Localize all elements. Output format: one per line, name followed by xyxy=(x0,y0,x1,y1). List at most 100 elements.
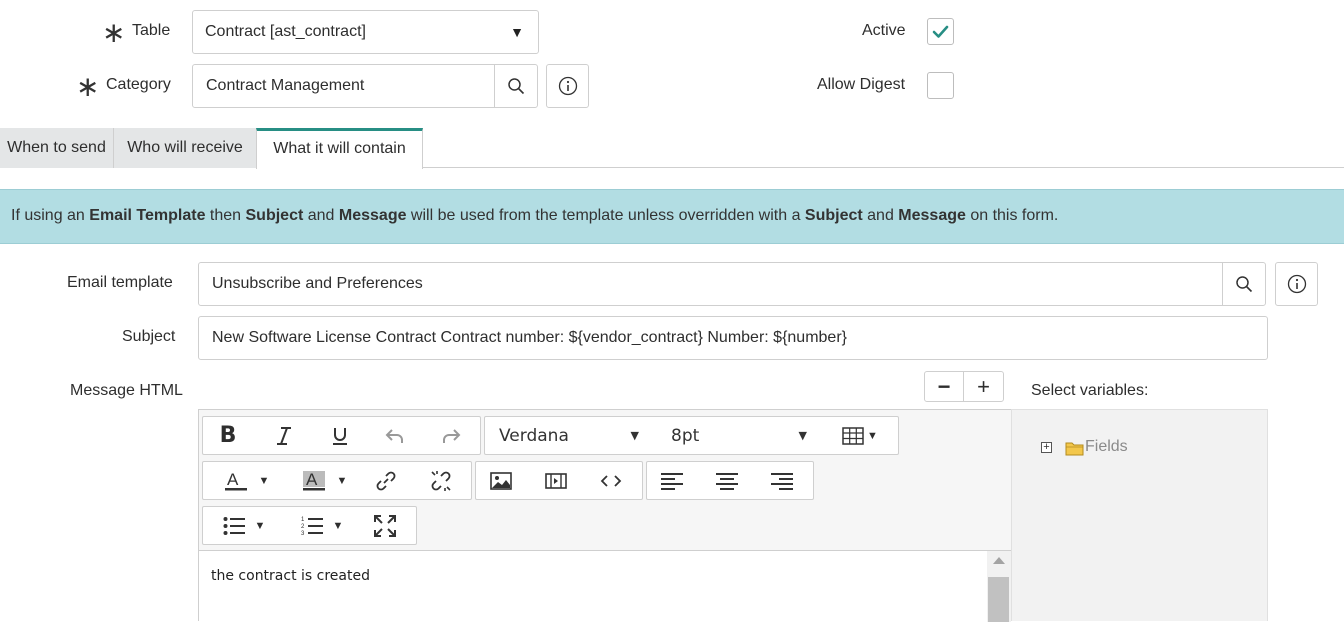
banner-text-bold: Message xyxy=(898,207,966,224)
svg-text:3: 3 xyxy=(301,531,305,537)
table-button[interactable]: ▼ xyxy=(837,417,883,454)
select-variables-label: Select variables: xyxy=(1031,382,1149,399)
video-icon xyxy=(545,472,567,489)
toolbar-group-color-link: A ▼ A ▼ xyxy=(202,461,472,500)
caret-down-icon: ▼ xyxy=(630,429,639,442)
bold-button[interactable]: B xyxy=(211,417,245,454)
scrollbar-thumb[interactable] xyxy=(988,577,1009,622)
table-label: Table xyxy=(132,22,171,39)
info-icon xyxy=(1287,274,1306,294)
active-label: Active xyxy=(862,22,906,39)
caret-down-icon: ▼ xyxy=(798,429,807,442)
insert-video-button[interactable] xyxy=(539,462,573,499)
font-size-select[interactable]: 8pt ▼ xyxy=(671,417,807,454)
undo-icon xyxy=(385,428,403,443)
subject-label: Subject xyxy=(122,328,176,345)
unlink-icon xyxy=(431,470,451,491)
align-left-icon xyxy=(661,472,683,490)
active-checkbox[interactable] xyxy=(927,18,954,45)
banner-text-bold: Subject xyxy=(804,207,863,224)
italic-button[interactable] xyxy=(267,417,301,454)
align-right-button[interactable] xyxy=(765,462,799,499)
remove-link-button[interactable] xyxy=(424,462,458,499)
tab-who-will-receive[interactable]: Who will receive xyxy=(114,128,257,168)
font-family-select[interactable]: Verdana ▼ xyxy=(499,417,639,454)
banner-text-part: then xyxy=(205,207,246,224)
banner-text-part: and xyxy=(862,207,899,224)
svg-text:A: A xyxy=(227,470,239,489)
zoom-out-button[interactable]: − xyxy=(924,371,964,402)
category-info-button[interactable] xyxy=(546,64,589,108)
tab-when-to-send[interactable]: When to send xyxy=(0,128,114,168)
fullscreen-button[interactable] xyxy=(368,507,402,544)
caret-down-icon: ▼ xyxy=(332,519,344,532)
numbered-list-icon: 123 xyxy=(301,517,323,537)
table-select[interactable]: Contract [ast_contract] ▼ xyxy=(192,10,539,54)
email-template-lookup-button[interactable] xyxy=(1222,262,1266,306)
checkmark-icon xyxy=(932,25,949,38)
email-template-label: Email template xyxy=(67,274,173,291)
redo-button[interactable] xyxy=(434,417,468,454)
caret-down-icon: ▼ xyxy=(336,474,348,487)
bullet-list-button[interactable]: ▼ xyxy=(215,507,273,544)
caret-down-icon: ▼ xyxy=(254,519,266,532)
subject-input[interactable]: New Software License Contract Contract n… xyxy=(198,316,1268,360)
category-lookup-button[interactable] xyxy=(494,64,538,108)
banner-text-bold: Message xyxy=(338,207,407,224)
allow-digest-checkbox[interactable] xyxy=(927,72,954,99)
table-select-value: Contract [ast_contract] xyxy=(205,23,366,40)
table-required-mark: ∗ xyxy=(102,17,126,48)
info-icon xyxy=(558,76,577,96)
email-template-info-button[interactable] xyxy=(1275,262,1318,306)
align-center-button[interactable] xyxy=(710,462,744,499)
editor-content[interactable]: the contract is created xyxy=(199,550,987,622)
caret-down-icon: ▼ xyxy=(867,429,878,442)
bold-icon: B xyxy=(219,423,237,448)
category-required-mark: ∗ xyxy=(76,71,100,102)
expand-icon[interactable]: + xyxy=(1041,442,1052,453)
email-template-input[interactable]: Unsubscribe and Preferences xyxy=(198,262,1223,306)
dropdown-arrow-icon: ▼ xyxy=(510,24,524,40)
zoom-in-button[interactable]: + xyxy=(963,371,1004,402)
insert-image-button[interactable] xyxy=(484,462,518,499)
toolbar-group-lists: ▼ 123 ▼ xyxy=(202,506,417,545)
search-icon xyxy=(508,78,525,95)
table-icon xyxy=(842,426,864,445)
text-color-button[interactable]: A ▼ xyxy=(217,462,275,499)
fullscreen-icon xyxy=(374,514,396,537)
link-icon xyxy=(376,471,396,490)
banner-text-part: and xyxy=(303,207,339,224)
toolbar-group-font: Verdana ▼ 8pt ▼ ▼ xyxy=(484,416,899,455)
caret-down-icon: ▼ xyxy=(258,474,270,487)
info-banner: If using an Email Template then Subject … xyxy=(0,189,1344,244)
numbered-list-button[interactable]: 123 ▼ xyxy=(293,507,351,544)
background-color-icon: A xyxy=(302,470,325,490)
background-color-button[interactable]: A ▼ xyxy=(295,462,353,499)
category-input[interactable]: Contract Management xyxy=(192,64,495,108)
align-left-button[interactable] xyxy=(655,462,689,499)
subject-value: New Software License Contract Contract n… xyxy=(212,329,847,346)
underline-button[interactable] xyxy=(323,417,357,454)
message-html-label: Message HTML xyxy=(70,382,183,399)
svg-text:1: 1 xyxy=(301,517,305,523)
email-template-value: Unsubscribe and Preferences xyxy=(212,275,423,292)
svg-text:A: A xyxy=(306,470,318,489)
insert-link-button[interactable] xyxy=(369,462,403,499)
svg-text:2: 2 xyxy=(301,524,305,530)
info-banner-text: If using an Email Template then Subject … xyxy=(11,190,1058,242)
toolbar-group-format: B xyxy=(202,416,481,455)
undo-button[interactable] xyxy=(378,417,412,454)
editor-scrollbar[interactable] xyxy=(987,550,1011,622)
toolbar-group-media xyxy=(475,461,643,500)
allow-digest-label: Allow Digest xyxy=(817,76,906,93)
image-icon xyxy=(490,471,512,490)
banner-text-part: on this form. xyxy=(965,207,1059,224)
fields-tree-node[interactable]: Fields xyxy=(1085,438,1128,456)
align-right-icon xyxy=(771,472,793,490)
source-code-button[interactable] xyxy=(594,462,628,499)
scroll-up-arrow-icon[interactable] xyxy=(993,557,1005,564)
category-label: Category xyxy=(106,76,171,93)
underline-icon xyxy=(333,427,347,445)
font-family-value: Verdana xyxy=(499,425,569,446)
tab-what-it-will-contain[interactable]: What it will contain xyxy=(256,128,423,169)
